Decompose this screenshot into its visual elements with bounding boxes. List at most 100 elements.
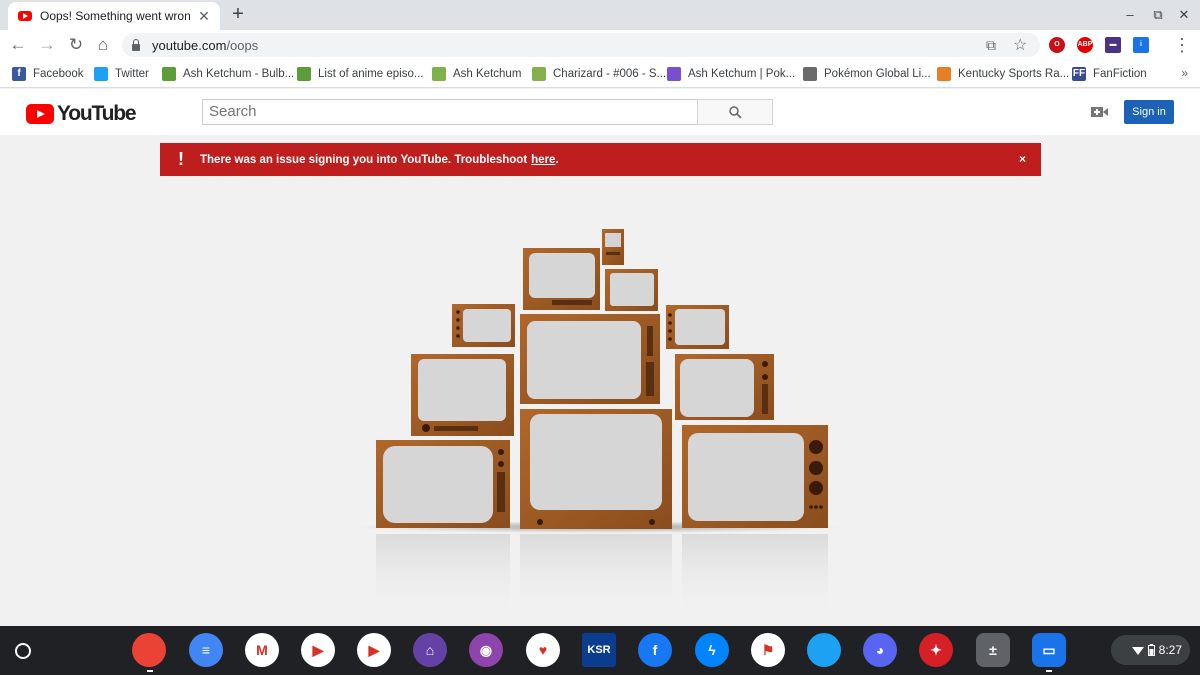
running-indicator (147, 670, 153, 672)
tv-left (411, 354, 514, 436)
bookmark-item[interactable]: Ash Ketchum | Pok... (667, 66, 795, 82)
bookmark-label: Ash Ketchum - Bulb... (183, 68, 295, 80)
tv-tiny (602, 229, 624, 265)
bookmark-item[interactable]: Twitter (94, 66, 149, 82)
tv-top-right (605, 269, 658, 311)
share-icon[interactable]: ⧉ (986, 37, 996, 54)
clock: 8:27 (1158, 643, 1182, 657)
lock-icon (132, 38, 140, 51)
bulbapedia-icon (297, 67, 311, 81)
disney-app[interactable]: ✦ (919, 633, 953, 667)
broken-tvs-illustration (355, 229, 845, 619)
tv-mid-right-small (666, 305, 729, 349)
back-button[interactable]: ← (8, 35, 28, 55)
ksr-icon (937, 67, 951, 81)
alert-period: . (555, 153, 559, 166)
alert-close-icon[interactable]: × (1019, 152, 1026, 166)
youtube-logo[interactable]: YouTube (26, 102, 137, 126)
docs-app[interactable]: ≡ (189, 633, 223, 667)
bookmark-star-icon[interactable]: ☆ (1013, 35, 1027, 55)
youtube-play-icon (26, 104, 54, 124)
discord-app[interactable]: ◕ (863, 633, 897, 667)
bookmark-item[interactable]: Ash Ketchum (432, 66, 521, 82)
gmail-app[interactable]: M (245, 633, 279, 667)
battery-icon (1147, 644, 1155, 656)
alert-message: There was an issue signing you into YouT… (200, 153, 528, 166)
podcasts-app[interactable]: ◉ (469, 633, 503, 667)
facebook-app[interactable]: f (638, 633, 672, 667)
running-indicator (1046, 670, 1052, 672)
tv-mid-left-small (452, 304, 515, 347)
troubleshoot-link[interactable]: here (531, 154, 555, 166)
bulbapedia-icon (162, 67, 176, 81)
youtube-header: YouTube Search Sign in (0, 89, 1200, 135)
chrome-app[interactable] (132, 633, 166, 667)
youtube-favicon-icon (18, 11, 32, 21)
iheartradio-app[interactable]: ♥ (526, 633, 560, 667)
youtube-logo-text: YouTube (57, 102, 137, 125)
search-input[interactable]: Search (202, 99, 698, 125)
bookmarks-overflow-button[interactable]: » (1181, 66, 1188, 80)
adblock-icon[interactable]: ABP (1077, 37, 1093, 53)
youtube-app[interactable]: ▶ (357, 633, 391, 667)
bookmark-label: Charizard - #006 - S... (553, 68, 667, 80)
tv-right (675, 354, 774, 420)
bookmark-label: Facebook (33, 68, 84, 80)
tv-bottom-left (376, 440, 510, 528)
fandom-icon (432, 67, 446, 81)
url-host: youtube.com (152, 37, 227, 53)
ksr-app[interactable]: KSR (582, 633, 616, 667)
messenger-app[interactable]: ϟ (695, 633, 729, 667)
menu-button[interactable]: ⋮ (1172, 35, 1192, 55)
facebook-icon: f (12, 67, 26, 81)
twitch-app[interactable]: ⌂ (413, 633, 447, 667)
minimize-button[interactable]: – (1122, 7, 1138, 22)
forward-button[interactable]: → (37, 35, 57, 55)
twitter-app[interactable] (807, 633, 841, 667)
home-button[interactable]: ⌂ (93, 35, 113, 55)
tv-bottom-center (520, 409, 672, 529)
info-ext-icon[interactable]: i (1133, 37, 1149, 53)
close-window-button[interactable]: ✕ (1176, 7, 1192, 23)
address-bar[interactable]: youtube.com/oops ⧉ ☆ (122, 33, 1040, 57)
bookmark-item[interactable]: FF FanFiction (1072, 66, 1147, 82)
sign-in-button[interactable]: Sign in (1124, 100, 1174, 124)
tv-bottom-right (682, 425, 828, 528)
search-button[interactable] (697, 99, 773, 125)
url-path: /oops (226, 37, 259, 53)
pokeball-icon (803, 67, 817, 81)
create-video-icon[interactable] (1091, 106, 1108, 118)
bookmark-label: List of anime episo... (318, 68, 424, 80)
tab-close-icon[interactable]: ✕ (196, 8, 212, 25)
pokemon-wiki-icon (667, 67, 681, 81)
bookmark-item[interactable]: f Facebook (12, 66, 84, 82)
play-store-app[interactable]: ▶ (301, 633, 335, 667)
bookmark-item[interactable]: List of anime episo... (297, 66, 423, 82)
system-tray[interactable]: 8:27 (1111, 635, 1190, 665)
tab-title: Oops! Something went wrong. - YouTube (40, 9, 190, 23)
bookmark-item[interactable]: Pokémon Global Li... (803, 66, 931, 82)
wifi-icon (1131, 647, 1144, 655)
opera-icon[interactable]: O (1049, 37, 1065, 53)
browser-toolbar: ← → ↻ ⌂ youtube.com/oops ⧉ ☆ O ABP ▬ i ⋮ (0, 30, 1200, 60)
launcher-button[interactable] (15, 643, 31, 659)
alert-exclamation-icon: ! (178, 149, 184, 169)
restore-button[interactable]: ⧉ (1150, 7, 1166, 23)
tab-strip: Oops! Something went wrong. - YouTube ✕ … (0, 0, 1200, 30)
calculator-app[interactable]: ± (976, 633, 1010, 667)
bookmark-item[interactable]: Charizard - #006 - S... (532, 66, 666, 82)
browser-tab[interactable]: Oops! Something went wrong. - YouTube ✕ (8, 2, 220, 30)
files-app[interactable]: ▭ (1032, 633, 1066, 667)
bookmark-label: Ash Ketchum | Pok... (688, 68, 796, 80)
bookmark-label: FanFiction (1093, 68, 1147, 80)
serebii-icon (532, 67, 546, 81)
tv-center (520, 314, 660, 404)
twitter-icon (94, 67, 108, 81)
twitch-ext-icon[interactable]: ▬ (1105, 37, 1121, 53)
new-tab-button[interactable]: + (228, 4, 248, 24)
reload-button[interactable]: ↻ (66, 35, 86, 55)
bookmark-item[interactable]: Ash Ketchum - Bulb... (162, 66, 294, 82)
flag-app[interactable]: ⚑ (751, 633, 785, 667)
bookmark-label: Kentucky Sports Ra... (958, 68, 1070, 80)
bookmark-item[interactable]: Kentucky Sports Ra... (937, 66, 1069, 82)
